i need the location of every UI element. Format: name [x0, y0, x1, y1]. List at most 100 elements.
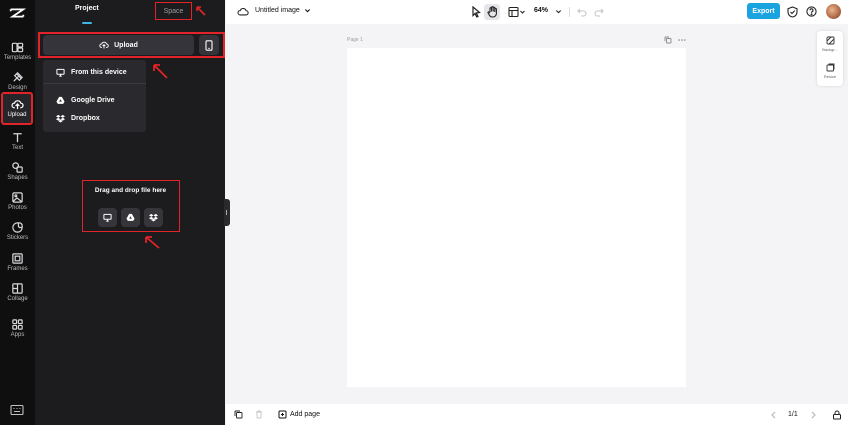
- phone-icon: [205, 39, 213, 51]
- drop-zone-device-button[interactable]: [98, 208, 117, 227]
- google-drive-icon: [56, 96, 65, 105]
- panel-collapse-handle[interactable]: [224, 199, 230, 226]
- sidebar-item-apps[interactable]: Apps: [0, 313, 35, 343]
- dropbox-icon: [149, 213, 158, 222]
- resize-tool[interactable]: Resize: [817, 63, 843, 87]
- help-icon[interactable]: [806, 6, 817, 17]
- document-title[interactable]: Untitled image: [255, 7, 311, 14]
- monitor-icon: [103, 213, 112, 222]
- sidebar-item-label: Collage: [7, 295, 28, 302]
- export-button[interactable]: Export: [747, 3, 780, 19]
- zoom-level-text: 64%: [534, 7, 549, 14]
- drop-zone-google-drive-button[interactable]: [121, 208, 140, 227]
- background-icon: [826, 36, 835, 45]
- sidebar-item-stickers[interactable]: Stickers: [0, 216, 35, 246]
- zoom-level[interactable]: 64%: [534, 7, 548, 14]
- drop-zone-title: Drag and drop file here: [94, 187, 167, 194]
- drop-zone-dropbox-button[interactable]: [144, 208, 163, 227]
- toolbar-divider: [569, 7, 570, 17]
- duplicate-page-icon[interactable]: [664, 36, 672, 44]
- previous-page-icon[interactable]: [770, 411, 777, 419]
- canvas-page[interactable]: [347, 48, 686, 387]
- bottom-toolbar: Add page 1/1: [226, 404, 848, 425]
- collage-icon: [11, 282, 24, 295]
- upload-button[interactable]: Upload: [43, 35, 194, 55]
- sidebar-item-photos[interactable]: Photos: [0, 186, 35, 216]
- sidebar-item-label: Photos: [8, 204, 27, 211]
- tab-space[interactable]: Space: [155, 2, 192, 20]
- cloud-sync-icon[interactable]: [237, 6, 249, 17]
- sidebar-item-shapes[interactable]: Shapes: [0, 156, 35, 186]
- zoom-chevron-down-icon[interactable]: [555, 8, 562, 15]
- resize-icon: [826, 63, 835, 72]
- sidebar-item-label: Shapes: [7, 174, 28, 181]
- upload-button-label: Upload: [114, 41, 138, 49]
- sidebar-item-templates[interactable]: Templates: [0, 36, 35, 66]
- add-page-label: Add page: [290, 411, 320, 418]
- annotation-arrow-space: [195, 5, 207, 17]
- upload-from-phone-button[interactable]: [199, 35, 219, 55]
- upload-source-dropdown: From this device Google Drive Dropbox: [43, 60, 146, 132]
- top-toolbar: Untitled image 64% Export: [226, 0, 848, 24]
- select-pointer-icon[interactable]: [471, 6, 481, 18]
- dropdown-item-dropbox[interactable]: Dropbox: [56, 114, 100, 123]
- background-tool[interactable]: Backgr...: [817, 36, 843, 60]
- dropdown-divider: [43, 83, 146, 84]
- drag-drop-zone[interactable]: Drag and drop file here: [82, 180, 180, 232]
- sidebar-item-text[interactable]: Text: [0, 126, 35, 156]
- sidebar-item-label: Text: [11, 144, 23, 151]
- design-icon: [11, 71, 24, 84]
- dropdown-item-google-drive[interactable]: Google Drive: [56, 96, 115, 105]
- layers-icon[interactable]: [234, 410, 243, 419]
- sidebar-item-label: Upload: [7, 112, 27, 118]
- annotation-arrow-dropzone: [143, 234, 161, 252]
- monitor-icon: [56, 68, 65, 77]
- cloud-upload-icon: [99, 40, 109, 50]
- dropdown-item-label: From this device: [71, 69, 127, 76]
- shapes-icon: [11, 161, 24, 174]
- sidebar-item-label: Stickers: [6, 234, 29, 241]
- hand-icon: [487, 6, 498, 18]
- next-page-icon[interactable]: [810, 411, 817, 419]
- sidebar-item-collage[interactable]: Collage: [0, 277, 35, 307]
- sidebar-item-label: Apps: [10, 331, 25, 338]
- stickers-icon: [11, 221, 24, 234]
- resize-tool-label: Resize: [823, 74, 837, 79]
- photos-icon: [11, 191, 24, 204]
- sidebar-item-label: Templates: [3, 54, 32, 61]
- chevron-down-icon: [304, 7, 311, 14]
- left-rail: Templates Design Upload Text Shapes Phot…: [0, 0, 35, 425]
- dropbox-icon: [56, 114, 65, 123]
- google-drive-icon: [126, 213, 135, 222]
- page-counter: 1/1: [788, 411, 798, 418]
- active-tab-indicator: [82, 22, 92, 24]
- sidebar-item-upload[interactable]: Upload: [1, 92, 33, 125]
- dropdown-item-from-device[interactable]: From this device: [56, 68, 127, 77]
- frames-icon: [11, 252, 24, 265]
- templates-icon: [11, 41, 24, 54]
- sidebar-item-frames[interactable]: Frames: [0, 247, 35, 277]
- lock-icon[interactable]: [832, 410, 842, 420]
- keyboard-shortcuts-icon[interactable]: [10, 404, 24, 416]
- upload-icon: [10, 98, 24, 111]
- more-options-icon[interactable]: [678, 36, 686, 44]
- apps-icon: [11, 318, 24, 331]
- user-avatar[interactable]: [826, 4, 841, 19]
- undo-icon[interactable]: [577, 7, 587, 17]
- annotation-arrow-upload: [151, 62, 169, 80]
- page-label: Page 1: [347, 37, 363, 43]
- redo-icon[interactable]: [594, 7, 604, 17]
- delete-page-icon[interactable]: [255, 410, 263, 419]
- sidebar-item-label: Frames: [7, 265, 28, 272]
- background-tool-label: Backgr...: [822, 47, 838, 52]
- tab-project[interactable]: Project: [75, 5, 99, 12]
- dropdown-item-label: Google Drive: [71, 97, 115, 104]
- dropdown-item-label: Dropbox: [71, 115, 100, 122]
- text-icon: [11, 131, 24, 144]
- layout-icon[interactable]: [508, 6, 526, 18]
- export-button-label: Export: [752, 7, 775, 15]
- upload-panel: Project Space Upload From this device Go…: [35, 0, 225, 425]
- capcut-logo-icon[interactable]: [8, 4, 26, 22]
- add-page-button[interactable]: Add page: [278, 410, 320, 419]
- shield-icon[interactable]: [787, 6, 798, 18]
